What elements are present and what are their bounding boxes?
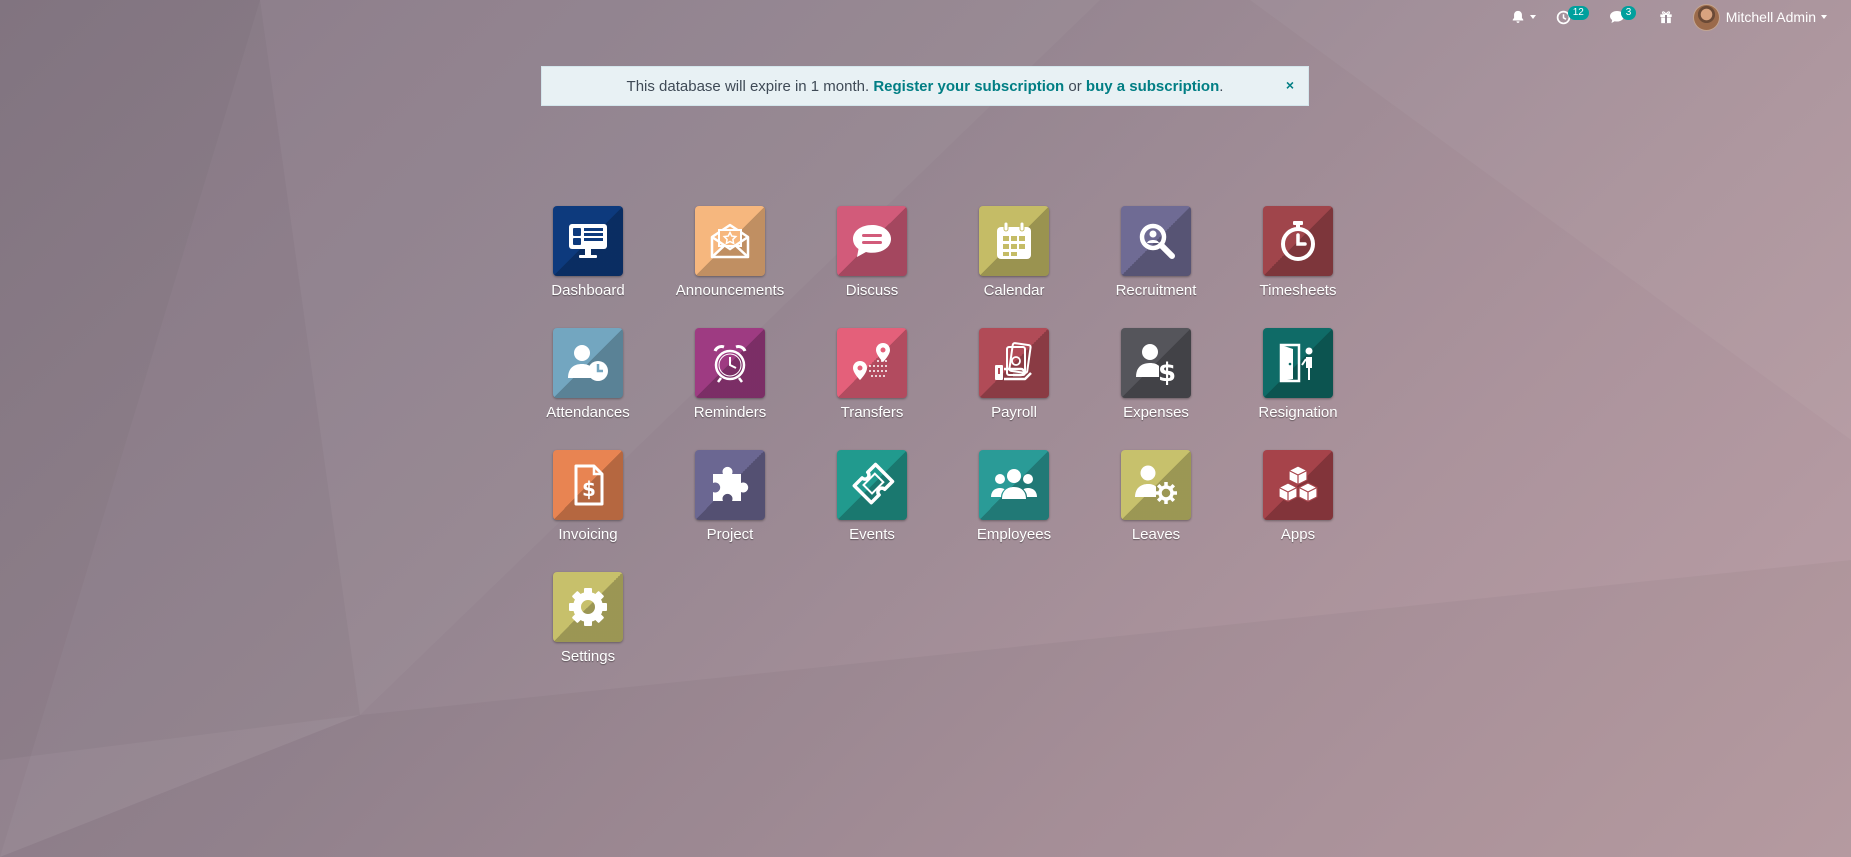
attendance-icon [553, 328, 623, 398]
app-calendar[interactable]: Calendar [943, 206, 1085, 328]
app-label: Reminders [693, 404, 767, 421]
svg-text:$: $ [1158, 358, 1176, 385]
app-announcements[interactable]: Announcements [659, 206, 801, 328]
expenses-icon: $ [1121, 328, 1191, 398]
app-expenses[interactable]: $ Expenses [1085, 328, 1227, 450]
app-payroll[interactable]: Payroll [943, 328, 1085, 450]
announcement-icon [695, 206, 765, 276]
employees-icon [979, 450, 1049, 520]
puzzle-icon [695, 450, 765, 520]
recruitment-icon [1121, 206, 1191, 276]
user-name: Mitchell Admin [1725, 9, 1816, 25]
discuss-icon [837, 206, 907, 276]
payroll-icon [979, 328, 1049, 398]
app-apps[interactable]: Apps [1227, 450, 1369, 572]
app-discuss[interactable]: Discuss [801, 206, 943, 328]
app-dashboard[interactable]: Dashboard [517, 206, 659, 328]
alert-or-text: or [1068, 77, 1082, 95]
alert-period: . [1219, 77, 1224, 95]
app-recruitment[interactable]: Recruitment [1085, 206, 1227, 328]
app-label: Leaves [1131, 526, 1181, 543]
activities-count-badge: 12 [1567, 6, 1589, 20]
app-label: Events [849, 526, 895, 543]
app-events[interactable]: Events [801, 450, 943, 572]
alarm-clock-icon [695, 328, 765, 398]
app-timesheets[interactable]: Timesheets [1227, 206, 1369, 328]
app-attendances[interactable]: Attendances [517, 328, 659, 450]
app-label: Payroll [991, 404, 1037, 421]
app-label: Expenses [1123, 404, 1189, 421]
user-menu[interactable]: Mitchell Admin [1683, 0, 1837, 34]
svg-text:$: $ [582, 477, 596, 501]
app-resignation[interactable]: Resignation [1227, 328, 1369, 450]
app-label: Apps [1280, 526, 1316, 543]
gift-menu[interactable] [1649, 0, 1683, 34]
calendar-icon [979, 206, 1049, 276]
app-transfers[interactable]: Transfers [801, 328, 943, 450]
chevron-down-icon [1821, 15, 1827, 19]
app-label: Timesheets [1259, 282, 1337, 299]
app-employees[interactable]: Employees [943, 450, 1085, 572]
app-label: Calendar [983, 282, 1045, 299]
app-invoicing[interactable]: $ Invoicing [517, 450, 659, 572]
avatar [1692, 3, 1720, 31]
activities-menu[interactable]: 12 [1546, 0, 1599, 34]
close-icon[interactable]: × [1286, 77, 1294, 93]
app-label: Project [706, 526, 754, 543]
app-label: Recruitment [1115, 282, 1197, 299]
app-label: Invoicing [558, 526, 618, 543]
app-label: Employees [976, 526, 1052, 543]
app-leaves[interactable]: Leaves [1085, 450, 1227, 572]
gear-icon [553, 572, 623, 642]
app-label: Settings [560, 648, 616, 665]
app-grid: Dashboard Announcements Discuss Calendar… [517, 206, 1369, 694]
app-label: Resignation [1258, 404, 1338, 421]
app-label: Announcements [675, 282, 785, 299]
app-label: Transfers [840, 404, 904, 421]
resignation-icon [1263, 328, 1333, 398]
top-navbar: 12 3 Mitchell Admin [1501, 0, 1851, 34]
buy-subscription-link[interactable]: buy a subscription [1086, 78, 1219, 95]
alert-text: This database will expire in 1 month. [626, 77, 870, 95]
dashboard-icon [553, 206, 623, 276]
app-label: Discuss [845, 282, 899, 299]
ticket-icon [837, 450, 907, 520]
app-label: Dashboard [551, 282, 625, 299]
subscription-alert: This database will expire in 1 month. Re… [541, 66, 1309, 106]
app-project[interactable]: Project [659, 450, 801, 572]
notifications-menu[interactable] [1501, 0, 1546, 34]
invoice-icon: $ [553, 450, 623, 520]
messages-count-badge: 3 [1620, 6, 1637, 20]
cubes-icon [1263, 450, 1333, 520]
app-label: Attendances [546, 404, 630, 421]
transfer-icon [837, 328, 907, 398]
register-subscription-link[interactable]: Register your subscription [873, 78, 1064, 95]
chevron-down-icon [1529, 15, 1536, 19]
messages-menu[interactable]: 3 [1599, 0, 1649, 34]
app-settings[interactable]: Settings [517, 572, 659, 694]
bell-icon [1512, 10, 1523, 23]
stopwatch-icon [1263, 206, 1333, 276]
gift-icon [1660, 11, 1672, 24]
leaves-icon [1121, 450, 1191, 520]
app-reminders[interactable]: Reminders [659, 328, 801, 450]
